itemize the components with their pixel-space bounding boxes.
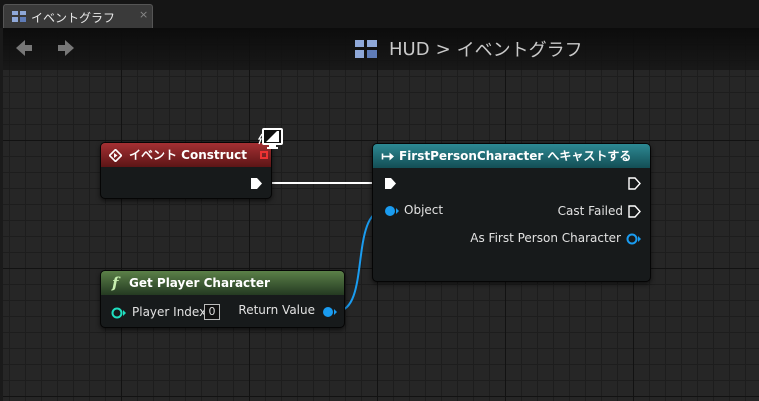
breadcrumb-separator: > [435, 38, 451, 60]
object-pin-label: Object [404, 203, 444, 217]
graph-canvas[interactable]: HUD > イベントグラフ イベント Construct FirstPerson… [3, 28, 759, 401]
node-title: イベント Construct [101, 143, 271, 167]
graph-toolbar: HUD > イベントグラフ [3, 28, 759, 70]
node-title: FirstPersonCharacter へキャストする [373, 144, 650, 168]
arrow-right-icon[interactable] [56, 38, 76, 58]
cast-node[interactable]: FirstPersonCharacter へキャストする Object Cast… [372, 143, 651, 282]
event-diamond-icon [109, 149, 122, 162]
return-value-label: Return Value [238, 303, 315, 317]
as-first-person-character-pin[interactable] [626, 233, 642, 245]
function-f-icon: f [112, 274, 119, 292]
player-index-label: Player Index [132, 305, 207, 319]
player-index-pin[interactable] [111, 307, 127, 319]
red-output-pin[interactable] [260, 151, 268, 159]
object-input-pin[interactable] [384, 205, 400, 217]
node-title: f Get Player Character [101, 271, 344, 295]
monitor-icon [258, 128, 283, 149]
blueprint-graph-icon [355, 40, 377, 58]
breadcrumb-current: イベントグラフ [456, 40, 583, 61]
cast-failed-label: Cast Failed [557, 204, 623, 218]
get-player-character-node[interactable]: f Get Player Character Player Index 0 Re… [100, 270, 345, 328]
as-first-person-character-label: As First Person Character [470, 231, 621, 245]
breadcrumb-parent[interactable]: HUD [389, 39, 430, 60]
close-icon[interactable]: × [139, 8, 148, 21]
event-construct-node[interactable]: イベント Construct [100, 142, 272, 199]
arrow-left-icon[interactable] [14, 38, 34, 58]
tab-bar: イベントグラフ × [0, 0, 759, 28]
exec-input-pin[interactable] [384, 177, 397, 190]
blueprint-graph-icon [12, 11, 26, 22]
tab-label: イベントグラフ [31, 11, 116, 25]
breadcrumb: HUD > イベントグラフ [355, 36, 583, 62]
exec-output-pin[interactable] [250, 177, 263, 190]
tab-event-graph[interactable]: イベントグラフ × [3, 4, 153, 28]
player-index-input[interactable]: 0 [204, 304, 220, 320]
return-value-pin[interactable] [322, 306, 338, 318]
exec-output-pin[interactable] [628, 177, 641, 190]
cast-failed-exec-pin[interactable] [628, 205, 641, 218]
cast-arrow-icon [381, 152, 394, 161]
